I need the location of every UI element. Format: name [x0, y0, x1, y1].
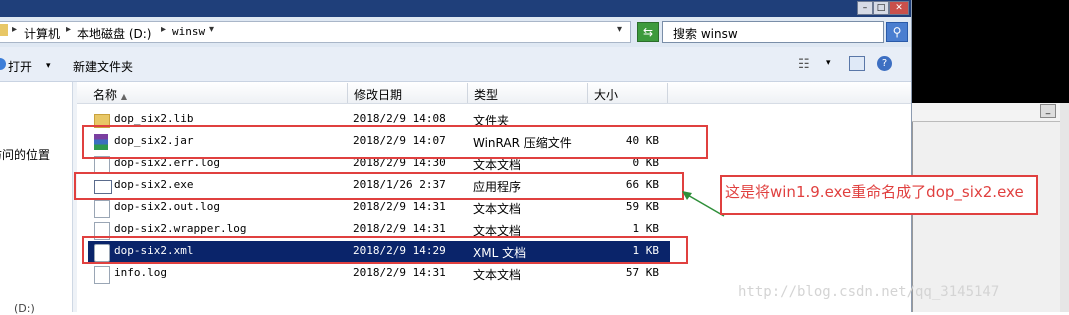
file-size: 1 KB [632, 222, 660, 235]
file-size: 59 KB [625, 200, 659, 213]
text-document-icon [94, 200, 110, 218]
breadcrumb-winsw[interactable]: winsw [172, 25, 205, 38]
column-label: 名称 [93, 88, 118, 102]
background-window-title [912, 103, 1060, 122]
file-date: 2018/2/9 14:08 [353, 112, 446, 125]
chevron-right-icon: ▸ [161, 24, 167, 35]
file-row[interactable]: info.log 2018/2/9 14:31 文本文档 57 KB [77, 263, 911, 285]
refresh-button[interactable]: ⇆ [637, 22, 659, 42]
highlight-box-xml [82, 236, 688, 264]
file-date: 2018/2/9 14:31 [353, 222, 446, 235]
chevron-down-icon[interactable]: ▾ [46, 61, 51, 71]
file-name: info.log [114, 266, 167, 279]
search-placeholder: 搜索 winsw [673, 27, 738, 41]
new-folder-button[interactable]: 新建文件夹 [73, 58, 133, 75]
file-name: dop-six2.wrapper.log [114, 222, 247, 235]
column-divider[interactable] [467, 83, 468, 103]
column-header-date[interactable]: 修改日期 [354, 86, 402, 103]
column-header-size[interactable]: 大小 [594, 86, 618, 103]
text-document-icon [94, 266, 110, 284]
column-divider[interactable] [587, 83, 588, 103]
annotation-arrow [682, 191, 725, 217]
preview-pane-icon[interactable] [849, 56, 865, 71]
column-header-type[interactable]: 类型 [474, 86, 498, 103]
highlight-box-exe [74, 172, 684, 200]
navigation-pane [0, 82, 72, 312]
help-icon[interactable]: ? [877, 56, 892, 71]
column-divider[interactable] [667, 83, 668, 103]
chevron-down-icon[interactable]: ▾ [209, 24, 214, 35]
file-type: 文本文档 [473, 268, 522, 282]
chevron-right-icon: ▸ [66, 24, 72, 35]
open-button[interactable]: 打开 [8, 58, 32, 75]
view-options-icon[interactable]: ☷ [798, 57, 810, 72]
file-size: 57 KB [625, 266, 659, 279]
breadcrumb-computer[interactable]: 计算机 [24, 25, 60, 42]
close-button[interactable]: ✕ [889, 1, 909, 15]
maximize-button[interactable]: □ [873, 1, 889, 15]
nav-item-label: 最近访问的位置 [0, 148, 50, 162]
chevron-down-icon[interactable]: ▾ [826, 58, 831, 68]
chevron-right-icon: ▸ [12, 24, 18, 35]
file-date: 2018/2/9 14:31 [353, 266, 446, 279]
file-date: 2018/2/9 14:31 [353, 200, 446, 213]
file-name: dop_six2.lib [114, 112, 194, 125]
search-icon[interactable]: ⚲ [886, 22, 908, 42]
highlight-box-jar [82, 125, 708, 159]
toolbar [0, 47, 912, 82]
nav-item-recent-places[interactable]: 最近访问的位置 [0, 146, 50, 163]
nav-item-drive[interactable]: (D:) [14, 302, 35, 315]
address-dropdown-icon[interactable]: ▾ [617, 24, 622, 35]
file-type: 文本文档 [473, 202, 522, 216]
column-divider[interactable] [347, 83, 348, 103]
window-title-bar [0, 0, 912, 17]
file-name: dop-six2.out.log [114, 200, 220, 213]
folder-icon [0, 24, 8, 36]
sort-ascending-icon: ▲ [120, 92, 127, 101]
scrollbar[interactable] [1060, 103, 1069, 312]
column-header-name[interactable]: 名称 ▲ [93, 86, 127, 103]
watermark: http://blog.csdn.net/qq_3145147 [738, 284, 1000, 300]
minimize-button[interactable]: _ [1040, 104, 1056, 118]
annotation-text: 这是将win1.9.exe重命名成了dop_six2.exe [725, 183, 1024, 201]
minimize-button[interactable]: – [857, 1, 873, 15]
breadcrumb-local-disk[interactable]: 本地磁盘 (D:) [77, 25, 151, 42]
